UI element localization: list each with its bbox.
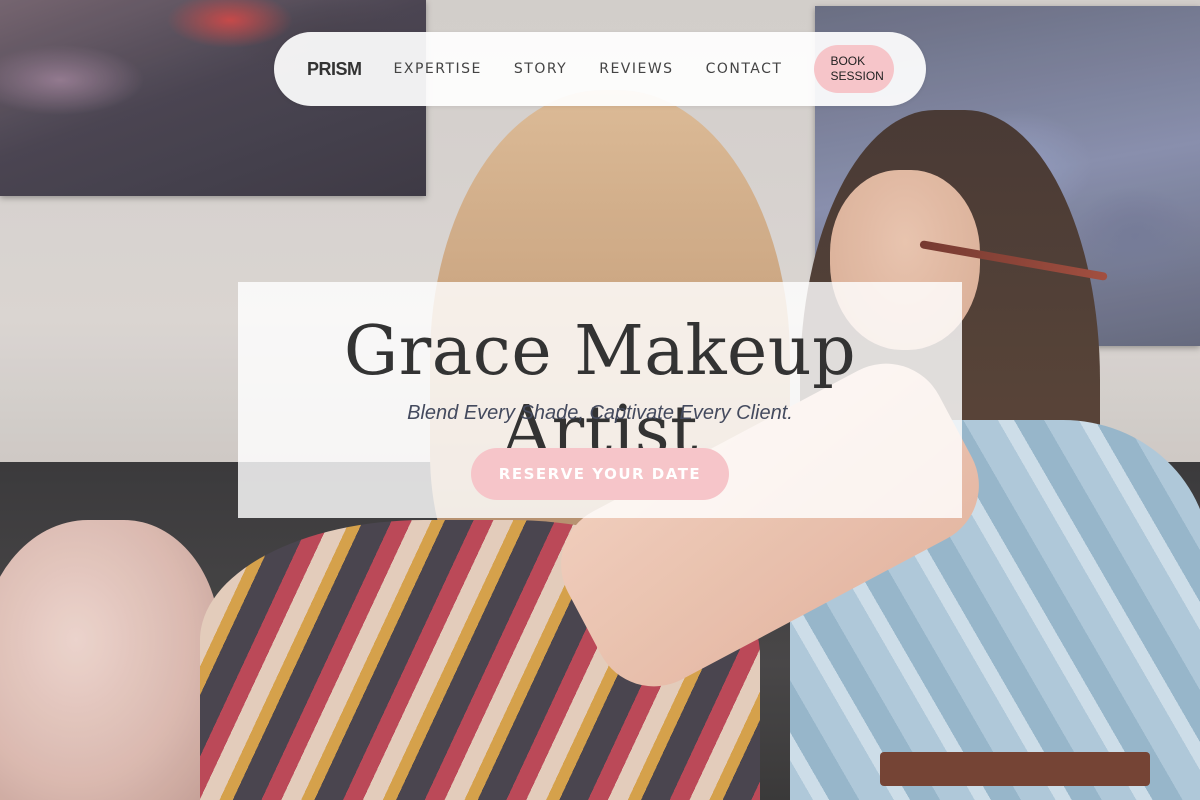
nav-link-story[interactable]: STORY — [514, 61, 567, 77]
book-session-button[interactable]: BOOK SESSION — [814, 45, 894, 93]
nav-link-reviews[interactable]: REVIEWS — [599, 61, 673, 77]
hero-card: Grace Makeup Artist Blend Every Shade, C… — [238, 282, 962, 518]
nav-link-expertise[interactable]: EXPERTISE — [394, 61, 482, 77]
hero-tagline: Blend Every Shade, Captivate Every Clien… — [407, 402, 793, 424]
hero-section: PRISM EXPERTISE STORY REVIEWS CONTACT BO… — [0, 0, 1200, 800]
nav-link-contact[interactable]: CONTACT — [706, 61, 783, 77]
reserve-date-button[interactable]: RESERVE YOUR DATE — [471, 448, 729, 500]
main-navigation: PRISM EXPERTISE STORY REVIEWS CONTACT BO… — [274, 32, 926, 106]
brand-logo[interactable]: PRISM — [307, 59, 362, 80]
